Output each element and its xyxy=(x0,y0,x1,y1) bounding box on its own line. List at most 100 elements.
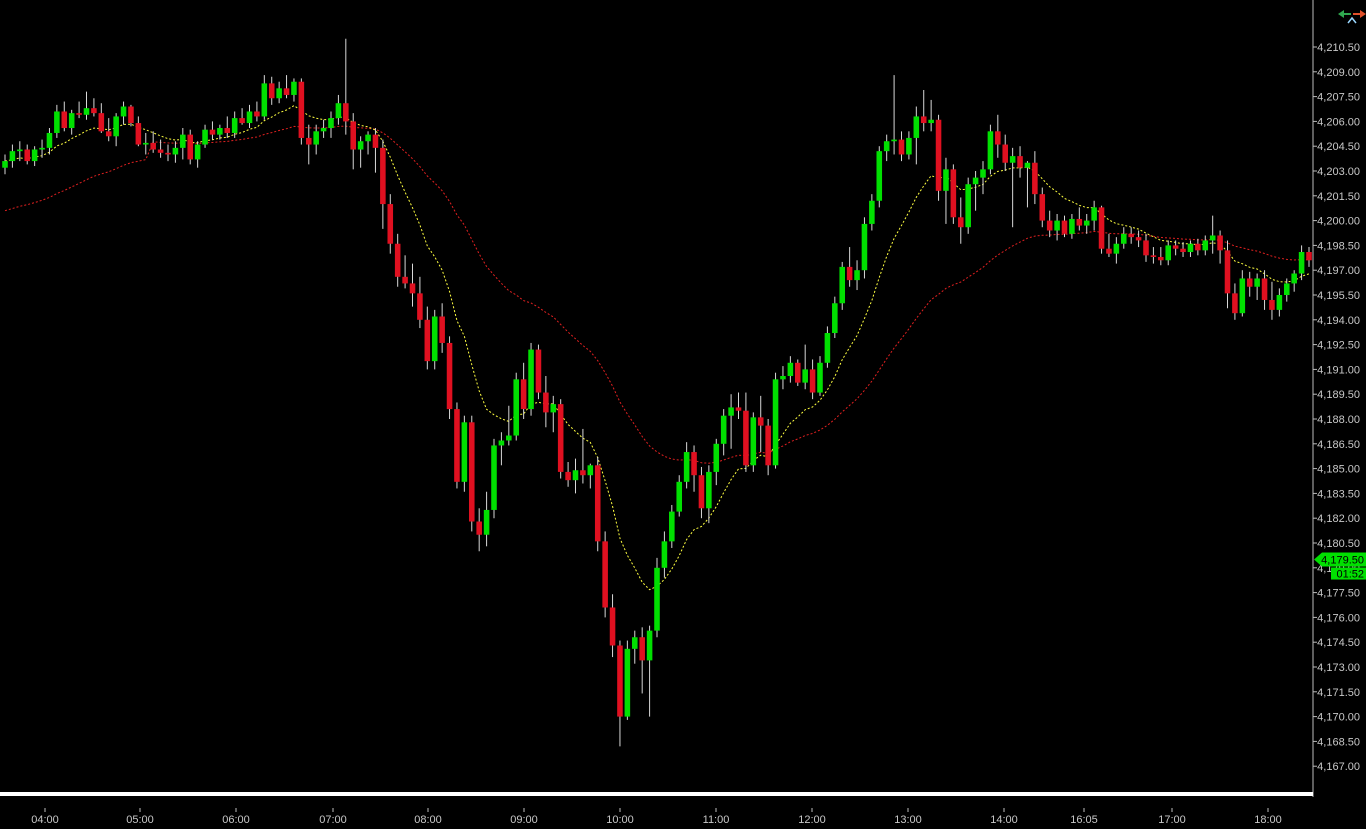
candle[interactable] xyxy=(602,531,608,618)
candle-body-down xyxy=(1017,156,1023,168)
candle-body-down xyxy=(935,119,942,191)
candle[interactable] xyxy=(876,146,883,208)
candle-body-up xyxy=(965,184,971,228)
candle-body-down xyxy=(468,422,475,522)
candle-body-up xyxy=(194,144,201,160)
candle-body-down xyxy=(1106,248,1112,254)
candle-body-up xyxy=(1069,218,1075,234)
candle-body-down xyxy=(343,103,349,122)
candle-body-down xyxy=(1232,293,1238,314)
candle-body-down xyxy=(1195,243,1201,251)
candle-body-down xyxy=(439,316,445,343)
candle[interactable] xyxy=(794,359,801,386)
candle[interactable] xyxy=(468,415,475,532)
candle-body-up xyxy=(839,266,846,304)
candle-body-down xyxy=(239,118,245,124)
candle[interactable] xyxy=(446,336,453,419)
candle-body-up xyxy=(787,362,794,377)
candle[interactable] xyxy=(187,129,194,165)
candle-body-down xyxy=(617,645,623,717)
candle[interactable] xyxy=(535,344,542,400)
time-tick-label: 13:00 xyxy=(894,814,922,826)
candle[interactable] xyxy=(557,399,564,479)
candle-body-up xyxy=(772,379,779,466)
candle[interactable] xyxy=(594,457,601,552)
candle[interactable] xyxy=(839,261,846,310)
candle-body-down xyxy=(1217,235,1223,251)
price-tick-label: 4,186.50 xyxy=(1317,439,1360,451)
candle-body-down xyxy=(765,425,771,466)
candle-body-up xyxy=(891,139,897,142)
candle[interactable] xyxy=(528,342,534,416)
candle-body-up xyxy=(431,316,438,362)
candle-body-up xyxy=(46,132,53,148)
candle[interactable] xyxy=(987,124,994,175)
candle-body-up xyxy=(728,407,734,416)
candle[interactable] xyxy=(950,164,957,224)
candle-body-up xyxy=(513,379,520,436)
candle-body-down xyxy=(24,149,31,162)
candle-body-down xyxy=(846,266,853,281)
candle-body-down xyxy=(1246,278,1253,287)
candle-body-up xyxy=(669,511,675,542)
candle-body-up xyxy=(1113,243,1120,254)
candle-body-up xyxy=(750,417,757,466)
candle[interactable] xyxy=(298,78,305,145)
candle-body-up xyxy=(180,134,186,148)
candle-body-up xyxy=(498,440,505,446)
candle-body-down xyxy=(594,465,601,542)
candle-body-down xyxy=(476,521,482,535)
candle[interactable] xyxy=(431,309,438,370)
price-tick-label: 4,210.50 xyxy=(1317,42,1360,54)
candle[interactable] xyxy=(965,177,971,234)
candle[interactable] xyxy=(624,640,631,720)
candle-body-down xyxy=(735,407,742,411)
candle-body-up xyxy=(720,415,727,444)
candle-body-down xyxy=(1172,245,1179,249)
candle-body-up xyxy=(113,116,119,137)
candle-body-down xyxy=(995,131,1001,145)
candle-body-up xyxy=(17,149,23,152)
candle[interactable] xyxy=(513,372,520,441)
candle-body-down xyxy=(691,452,697,476)
candle-body-up xyxy=(1202,240,1209,251)
candle[interactable] xyxy=(935,114,942,201)
price-tick-label: 4,173.00 xyxy=(1317,662,1360,674)
time-tick-label: 05:00 xyxy=(126,814,154,826)
candle[interactable] xyxy=(461,415,468,492)
countdown-label: 01:52 xyxy=(1336,569,1364,581)
candle-body-down xyxy=(387,204,394,244)
candle-body-down xyxy=(565,471,571,481)
candle-body-down xyxy=(268,83,275,99)
price-tick-label: 4,195.50 xyxy=(1317,290,1360,302)
candlestick-chart[interactable]: 4,210.50 4,209.00 4,207.50 4,206.00 4,204.50… xyxy=(0,0,1366,829)
candle[interactable] xyxy=(772,372,779,469)
candle-body-up xyxy=(68,113,75,129)
candle-body-down xyxy=(283,88,290,95)
candle-body-down xyxy=(543,392,549,413)
candle-body-down xyxy=(76,113,82,115)
price-tick-label: 4,206.00 xyxy=(1317,116,1360,128)
candle[interactable] xyxy=(454,402,460,489)
price-tick-label: 4,198.50 xyxy=(1317,240,1360,252)
candle[interactable] xyxy=(1098,205,1105,254)
candle[interactable] xyxy=(654,557,660,638)
candle-body-up xyxy=(869,200,875,224)
candle[interactable] xyxy=(861,217,868,279)
candle-body-up xyxy=(906,137,912,155)
time-tick-label: 09:00 xyxy=(510,814,538,826)
candle-body-up xyxy=(231,118,238,133)
candle-body-down xyxy=(165,152,171,155)
candle-body-up xyxy=(1276,295,1283,310)
candle-body-down xyxy=(380,147,386,205)
candle[interactable] xyxy=(491,438,497,519)
candle-body-down xyxy=(957,217,964,228)
candle-body-down xyxy=(1143,240,1149,256)
candle-body-down xyxy=(1002,144,1009,163)
candle[interactable] xyxy=(750,412,757,472)
time-tick-label: 06:00 xyxy=(222,814,250,826)
candle-body-down xyxy=(1098,207,1105,249)
candle-body-down xyxy=(1306,252,1312,261)
candle-body-down xyxy=(157,149,164,153)
candle-body-up xyxy=(9,151,16,162)
